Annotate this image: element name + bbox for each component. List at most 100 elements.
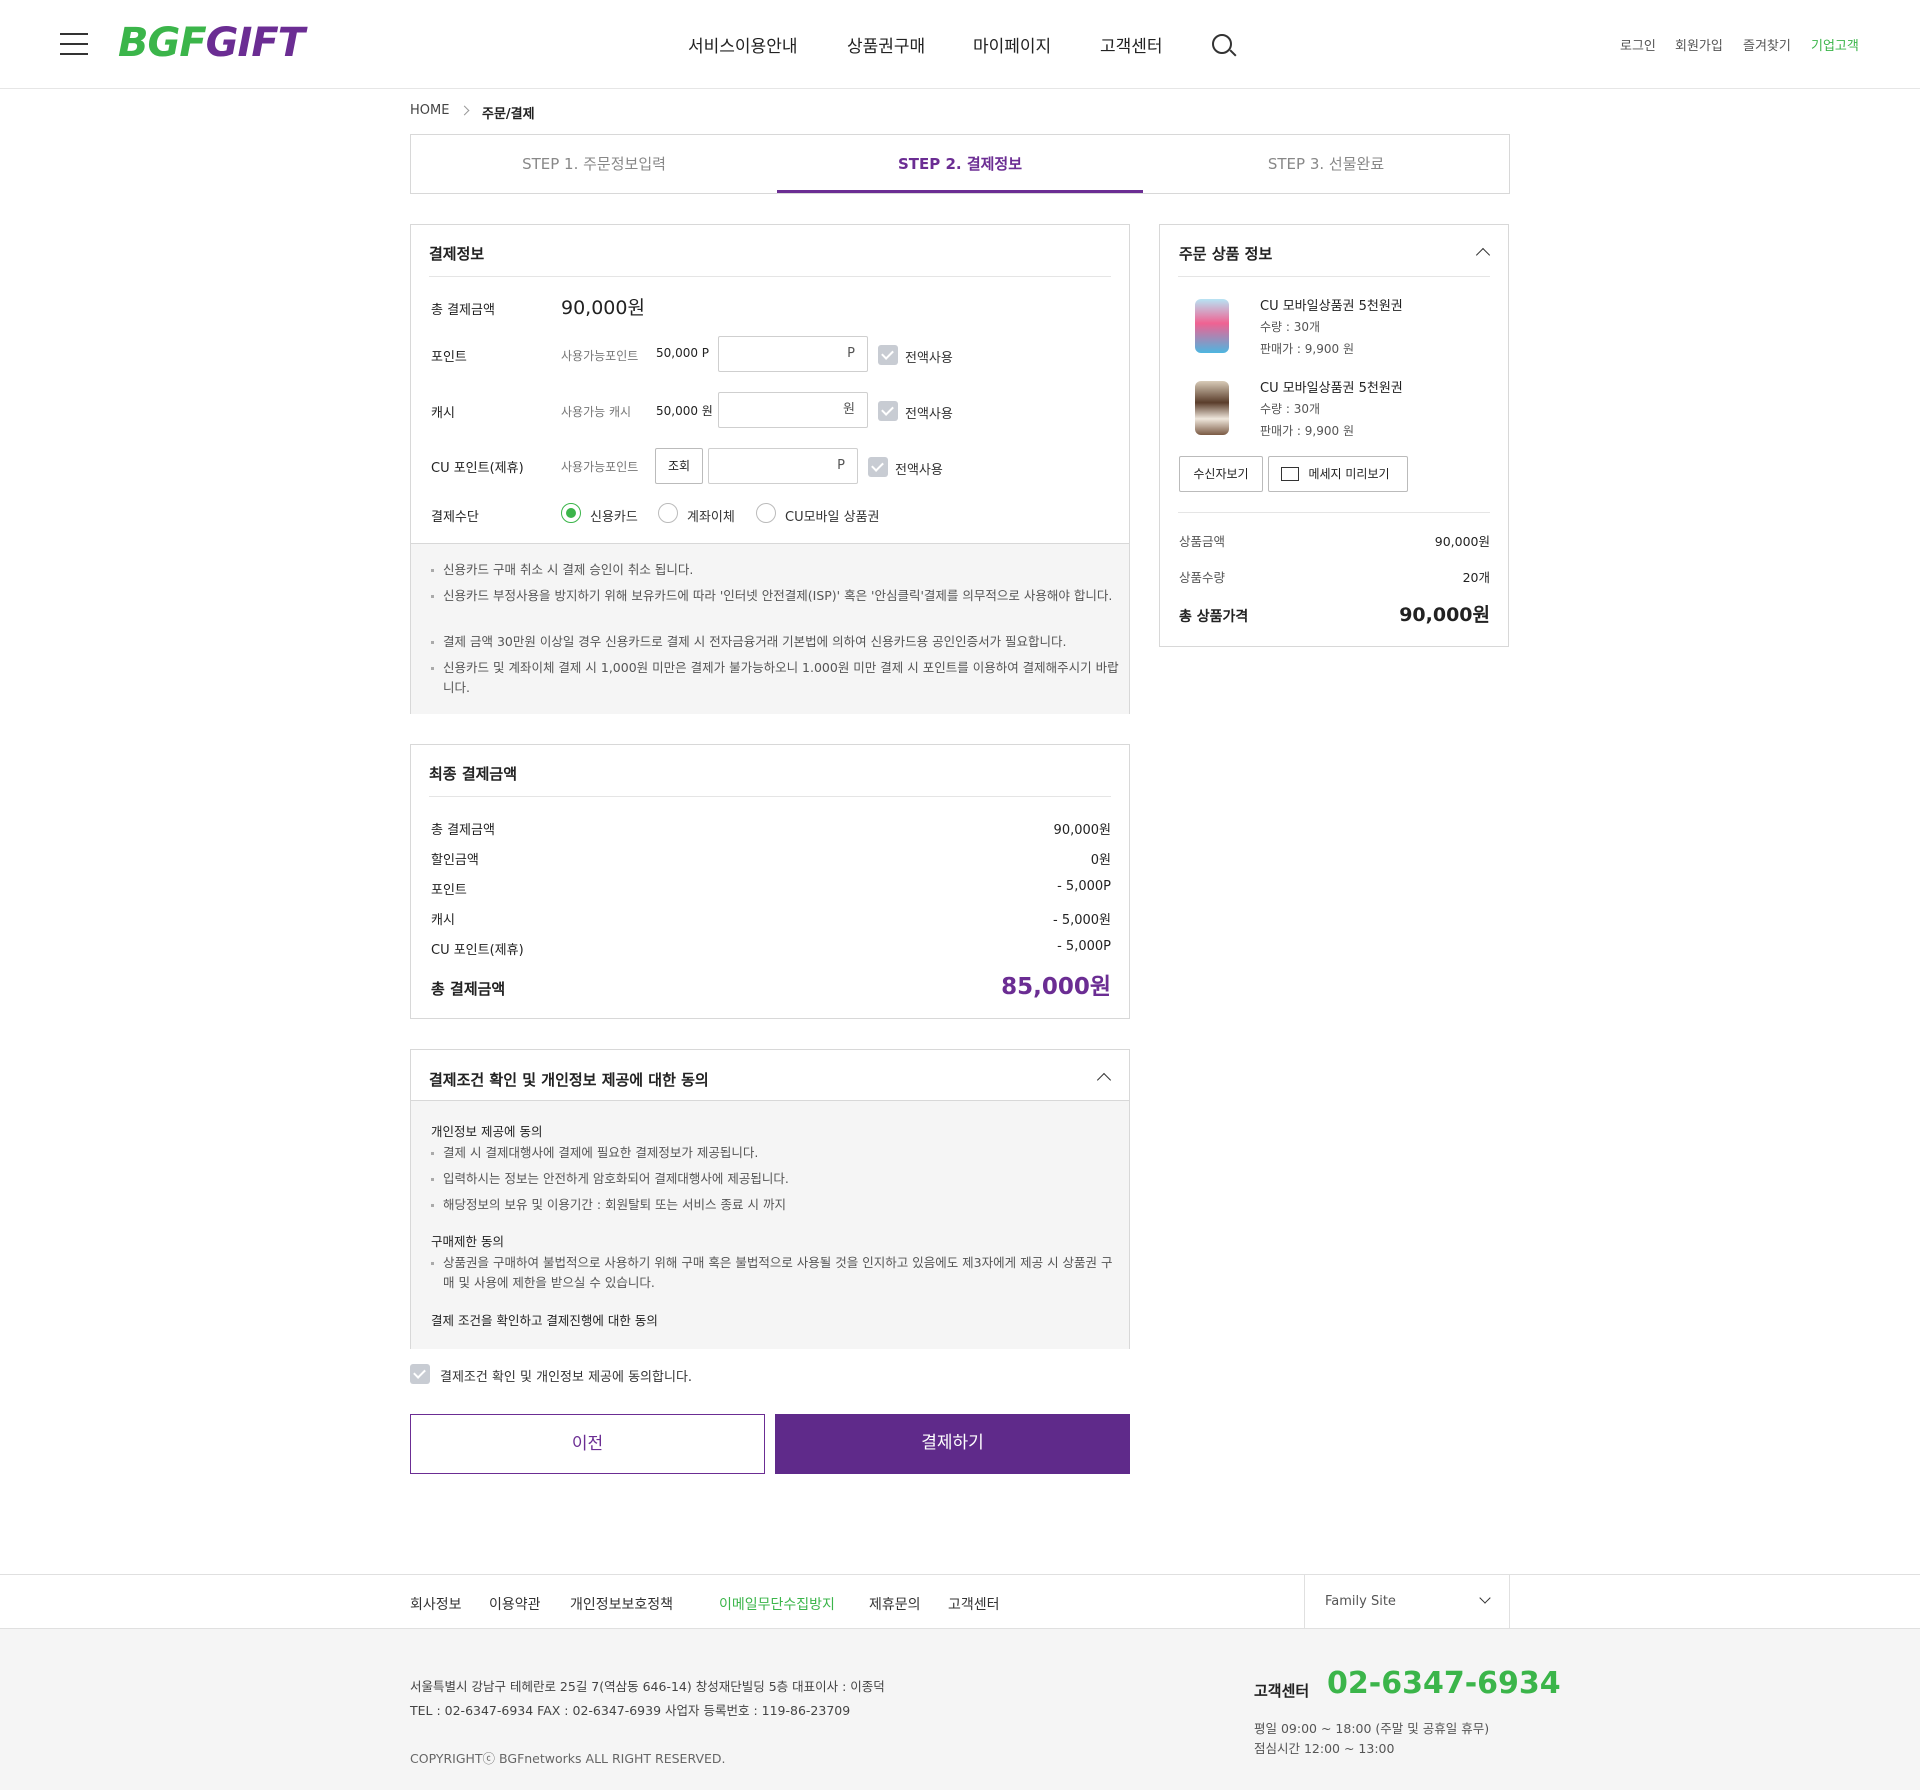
footer-link-privacy[interactable]: 개인정보보호정책 [570,1594,673,1614]
total-value: 90,000원 [561,297,645,319]
agreement-section-title: 구매제한 동의 [431,1234,504,1249]
site-header: BGFGIFT 서비스이용안내 상품권구매 마이페이지 고객센터 로그인 회원가… [0,0,1920,89]
radio-credit-card[interactable] [561,503,581,523]
product-name: CU 모바일상품권 5천원권 [1260,381,1403,396]
chevron-down-icon [1479,1592,1491,1604]
footer-link-company[interactable]: 회사정보 [410,1594,462,1614]
final-amount-panel: 최종 결제금액 총 결제금액 90,000원 할인금액 0원 포인트 - 5,0… [410,744,1130,1019]
agree-checkbox-label: 결제조건 확인 및 개인정보 제공에 동의합니다. [440,1370,693,1385]
cu-point-input[interactable]: P [708,448,858,484]
agreement-content: 개인정보 제공에 동의 결제 시 결제대행사에 결제에 필요한 결제정보가 제공… [411,1100,1129,1349]
final-row-label: CU 포인트(제휴) [431,943,524,958]
point-use-all-checkbox[interactable] [878,345,898,365]
cu-point-lookup-button[interactable]: 조회 [655,448,703,484]
final-row-value: - 5,000원 [1053,913,1111,928]
family-site-label: Family Site [1325,1594,1396,1609]
radio-cu-mobile-gift-label: CU모바일 상품권 [785,510,880,525]
logo-gift: GIFT [205,20,305,66]
footer-copyright: COPYRIGHTⓒ BGFnetworks ALL RIGHT RESERVE… [410,1751,726,1766]
corporate-link[interactable]: 기업고객 [1811,35,1859,54]
divider [1178,276,1490,277]
cash-input[interactable]: 원 [718,392,868,428]
total-label: 총 결제금액 [431,303,495,318]
nav-mypage[interactable]: 마이페이지 [973,32,1051,57]
order-summary-panel: 주문 상품 정보 CU 모바일상품권 5천원권 수량 : 30개 판매가 : 9… [1159,224,1509,647]
recipients-button[interactable]: 수신자보기 [1179,456,1263,492]
payment-info-panel: 결제정보 총 결제금액 90,000원 포인트 사용가능포인트 50,000 P… [410,224,1130,714]
breadcrumb-home[interactable]: HOME [410,103,449,118]
point-label: 포인트 [431,350,467,365]
final-row-value: - 5,000P [1057,879,1111,894]
step-1: STEP 1. 주문정보입력 [522,155,666,173]
search-icon[interactable] [1212,34,1232,54]
method-label: 결제수단 [431,510,479,525]
step-2: STEP 2. 결제정보 [777,135,1143,193]
menu-icon[interactable] [60,33,88,55]
footer-link-terms[interactable]: 이용약관 [489,1594,541,1614]
breadcrumb-current: 주문/결제 [482,107,535,122]
agreement-item: 입력하시는 정보는 안전하게 암호화되어 결제대행사에 제공됩니다. [431,1169,1123,1189]
cu-point-available-label: 사용가능포인트 [561,460,639,474]
footer-link-email-policy[interactable]: 이메일무단수집방지 [719,1594,835,1614]
agreement-item: 해당정보의 보유 및 이용기간 : 회원탈퇴 또는 서비스 종료 시 까지 [431,1195,1123,1215]
product-price: 판매가 : 9,900 원 [1260,424,1355,438]
payment-info-title: 결제정보 [429,245,485,263]
point-available-value: 50,000 P [656,346,710,360]
final-row-label: 총 결제금액 [431,823,495,838]
family-site-select[interactable]: Family Site [1304,1575,1510,1628]
divider [1178,512,1490,513]
footer-link-customer-center[interactable]: 고객센터 [948,1594,1000,1614]
radio-cu-mobile-gift[interactable] [756,503,776,523]
agree-checkbox[interactable] [410,1364,430,1384]
agreement-title: 결제조건 확인 및 개인정보 제공에 대한 동의 [429,1071,709,1089]
agreement-section-title: 결제 조건을 확인하고 결제진행에 대한 동의 [431,1313,658,1328]
footer-link-partnership[interactable]: 제휴문의 [869,1594,921,1614]
signup-link[interactable]: 회원가입 [1675,35,1723,54]
final-total-label: 총 결제금액 [431,980,506,998]
envelope-icon [1281,467,1299,481]
final-amount-title: 최종 결제금액 [429,765,518,783]
nav-customer-center[interactable]: 고객센터 [1100,32,1163,57]
final-row-label: 포인트 [431,883,467,898]
quantity-value: 20개 [1462,570,1490,585]
chevron-up-icon[interactable] [1475,247,1491,263]
radio-bank-transfer-label: 계좌이체 [687,510,735,525]
chevron-up-icon[interactable] [1096,1072,1112,1088]
cash-available-label: 사용가능 캐시 [561,405,632,419]
cs-lunch: 점심시간 12:00 ~ 13:00 [1254,1741,1395,1756]
amount-label: 상품금액 [1179,534,1226,549]
product-qty: 수량 : 30개 [1260,320,1321,334]
cu-point-use-all-checkbox[interactable] [868,457,888,477]
message-preview-button[interactable]: 메세지 미리보기 [1268,456,1408,492]
radio-bank-transfer[interactable] [658,503,678,523]
final-row-value: 0원 [1090,853,1111,868]
cash-use-all-checkbox[interactable] [878,401,898,421]
nav-service-guide[interactable]: 서비스이용안내 [688,32,797,57]
agreement-section-title: 개인정보 제공에 동의 [431,1124,543,1139]
point-available-label: 사용가능포인트 [561,349,639,363]
point-input[interactable]: P [718,336,868,372]
pay-button[interactable]: 결제하기 [775,1414,1130,1474]
login-link[interactable]: 로그인 [1620,35,1656,54]
order-summary-title: 주문 상품 정보 [1179,245,1273,263]
amount-value: 90,000원 [1434,534,1490,549]
cash-use-all-label: 전액사용 [905,407,953,422]
nav-gift-purchase[interactable]: 상품권구매 [847,32,925,57]
step-3: STEP 3. 선물완료 [1267,155,1385,173]
notice-item: 결제 금액 30만원 이상일 경우 신용카드로 결제 시 전자금융거래 기본법에… [431,632,1123,652]
order-total-value: 90,000원 [1399,604,1490,626]
cs-label: 고객센터 [1254,1682,1310,1700]
radio-credit-card-label: 신용카드 [590,510,638,525]
agreement-item: 결제 시 결제대행사에 결제에 필요한 결제정보가 제공됩니다. [431,1143,1123,1163]
product-name: CU 모바일상품권 5천원권 [1260,299,1403,314]
quantity-label: 상품수량 [1179,570,1226,585]
site-logo[interactable]: BGFGIFT [118,20,305,66]
final-row-label: 할인금액 [431,853,479,868]
final-total-value: 85,000원 [1001,974,1111,1000]
payment-notice: 신용카드 구매 취소 시 결제 승인이 취소 됩니다. 신용카드 부정사용을 방… [411,543,1129,714]
footer: 서울특별시 강남구 테헤란로 25길 7(역삼동 646-14) 창성재단빌딩 … [0,1630,1920,1790]
product-price: 판매가 : 9,900 원 [1260,342,1355,356]
prev-button[interactable]: 이전 [410,1414,765,1474]
notice-item: 신용카드 구매 취소 시 결제 승인이 취소 됩니다. [431,560,1123,580]
favorite-link[interactable]: 즐겨찾기 [1743,35,1791,54]
